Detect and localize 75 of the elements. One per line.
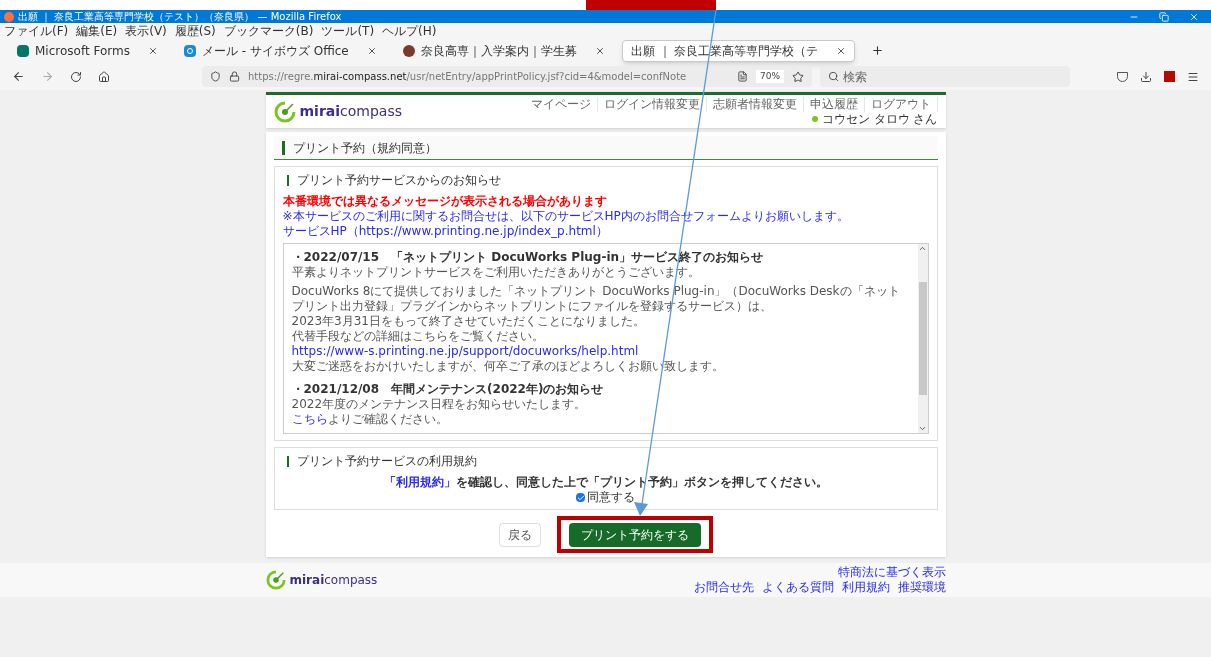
firefox-icon — [4, 11, 14, 22]
lock-icon — [229, 71, 240, 82]
agree-checkbox[interactable] — [576, 493, 585, 502]
logo-text: miraicompass — [289, 572, 378, 589]
notice-text: よりご確認ください。 — [327, 412, 448, 426]
notice-text: 2022年度のメンテナンス日程をお知らせいたします。 — [291, 397, 587, 411]
close-tab-icon[interactable] — [594, 45, 605, 56]
service-link[interactable]: サービスHP（https://www.printing.ne.jp/index_p.html） — [282, 224, 929, 239]
warning-text: 本番環境では異なるメッセージが表示される場合があります — [282, 194, 608, 209]
shield-icon — [210, 71, 221, 82]
title-bar-marker — [281, 140, 285, 155]
footer-link[interactable]: よくある質問 — [761, 580, 834, 595]
menu-item[interactable]: 編集(E) — [76, 24, 118, 37]
notice-link[interactable]: こちら — [291, 412, 328, 426]
header-nav-link[interactable]: マイページ — [524, 96, 598, 112]
menu-item[interactable]: ヘルプ(H) — [382, 24, 437, 37]
search-field[interactable]: 検索 — [820, 66, 1070, 87]
section-title: プリント予約サービスからのお知らせ — [296, 173, 501, 188]
zoom-level[interactable]: 70% — [756, 69, 784, 84]
restore-icon[interactable] — [1159, 11, 1169, 22]
section-marker — [286, 175, 289, 186]
browser-tab[interactable]: 奈良高専｜入学案内｜学生募 — [393, 39, 614, 62]
download-icon[interactable] — [1140, 70, 1152, 83]
scroll-thumb[interactable] — [918, 281, 927, 396]
mail-icon — [183, 44, 196, 57]
scrollbar[interactable] — [917, 244, 928, 433]
footer-link[interactable]: 特商法に基づく表示 — [837, 565, 946, 580]
page-title: プリント予約（規約同意） — [292, 139, 437, 157]
notice-heading: ・2021/12/08 年間メンテナンス(2022年)のお知らせ — [291, 382, 605, 397]
back-icon[interactable] — [12, 70, 25, 83]
header-nav-link[interactable]: 申込履歴 — [803, 96, 865, 112]
notice-text: 2023年3月31日をもって終了させていただくことになりました。 — [291, 314, 645, 328]
footer-link[interactable]: 推奨環境 — [897, 580, 946, 595]
browser-tab[interactable]: Microsoft Forms — [8, 39, 167, 62]
notice-link[interactable]: https://www-s.printing.ne.jp/support/docuworks/help.html — [291, 344, 639, 358]
compass-logo-icon — [273, 100, 296, 123]
instruction-text: を確認し、同意した上で「プリント予約」ボタンを押してください。 — [455, 475, 828, 489]
compass-logo-icon — [265, 570, 286, 590]
search-icon — [828, 71, 839, 82]
browser-tab[interactable]: メール - サイボウズ Office — [174, 39, 386, 62]
window-title: 出願 ｜ 奈良工業高等専門学校（テスト）（奈良県） — Mozilla Firefox — [18, 11, 342, 22]
close-tab-icon[interactable] — [147, 45, 158, 56]
menu-item[interactable]: ファイル(F) — [4, 24, 69, 37]
user-name: コウセン タロウ さん — [821, 111, 938, 127]
logo-text: miraicompass — [299, 102, 402, 121]
menu-item[interactable]: ツール(T) — [321, 24, 375, 37]
address-bar[interactable]: https://regre.mirai-compass.net/usr/netEntry/appPrintPolicy.jsf?cid=4&model=confNote 70% — [202, 66, 812, 87]
menu-item[interactable]: ブックマーク(B) — [223, 24, 314, 37]
new-tab-icon[interactable] — [871, 44, 885, 57]
notice-text: 代替手段などの詳細はこちらをご覧ください。 — [291, 329, 544, 343]
menu-icon[interactable] — [1187, 70, 1199, 83]
close-tab-icon[interactable] — [366, 45, 377, 56]
back-button[interactable]: 戻る — [498, 522, 541, 547]
close-tab-icon[interactable] — [836, 45, 847, 56]
submit-button[interactable]: プリント予約をする — [568, 523, 701, 547]
scroll-down-icon[interactable] — [918, 424, 927, 433]
header-nav-link[interactable]: 志願者情報変更 — [706, 96, 804, 112]
footer-link[interactable]: お問合せ先 — [693, 580, 754, 595]
terms-link[interactable]: 「利用規約」 — [383, 475, 456, 489]
agree-label: 同意する — [587, 490, 635, 505]
menu-item[interactable]: 履歴(S) — [174, 24, 216, 37]
reload-icon[interactable] — [70, 70, 82, 83]
footer-link[interactable]: 利用規約 — [841, 580, 890, 595]
header-nav-link[interactable]: ログアウト — [864, 96, 938, 112]
home-icon[interactable] — [98, 70, 110, 83]
contact-note: ※本サービスのご利用に関するお問合せは、以下のサービスHP内のお問合せフォームよりお願いします。 — [282, 209, 850, 224]
section-title: プリント予約サービスの利用規約 — [296, 454, 477, 469]
menu-item[interactable]: 表示(V) — [125, 24, 167, 37]
header-nav-link[interactable]: ログイン情報変更 — [597, 96, 707, 112]
close-icon[interactable] — [1189, 11, 1199, 22]
reader-icon[interactable] — [737, 71, 748, 82]
forms-icon — [17, 44, 29, 57]
section-marker — [286, 456, 289, 467]
bookmark-star-icon[interactable] — [792, 70, 804, 83]
scroll-up-icon[interactable] — [918, 244, 927, 253]
